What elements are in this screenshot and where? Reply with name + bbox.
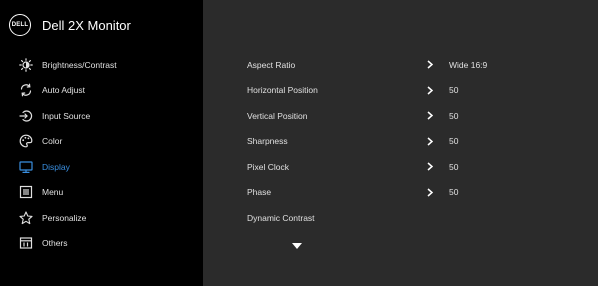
setting-value: 50 <box>449 136 459 147</box>
sidebar-item-label: Others <box>42 238 68 249</box>
setting-horizontal-position[interactable]: Horizontal Position 50 <box>203 78 598 104</box>
setting-value: 50 <box>449 187 459 198</box>
sidebar-item-label: Input Source <box>42 110 91 121</box>
monitor-osd: DELL Dell 2X Monitor Brightness/Contrast… <box>0 0 598 286</box>
chevron-right-icon <box>427 136 435 146</box>
sidebar-item-label: Brightness/Contrast <box>42 59 117 70</box>
sidebar-item-label: Color <box>42 136 63 147</box>
setting-value: Wide 16:9 <box>449 59 488 70</box>
setting-value: 50 <box>449 85 459 96</box>
sidebar-menu: Brightness/Contrast Auto Adjust Input So… <box>0 52 203 256</box>
display-icon <box>18 159 34 175</box>
monitor-title: Dell 2X Monitor <box>42 17 131 33</box>
chevron-down-icon[interactable] <box>292 236 302 249</box>
star-icon <box>18 210 34 226</box>
sidebar-item-display[interactable]: Display <box>0 154 203 180</box>
setting-pixel-clock[interactable]: Pixel Clock 50 <box>203 154 598 180</box>
sidebar-item-input-source[interactable]: Input Source <box>0 103 203 129</box>
chevron-right-icon <box>427 187 435 197</box>
setting-label: Pixel Clock <box>247 161 290 172</box>
setting-label: Phase <box>247 187 272 198</box>
chevron-right-icon <box>427 85 435 95</box>
color-icon <box>18 133 34 149</box>
sidebar-item-label: Auto Adjust <box>42 85 86 96</box>
sidebar-item-auto-adjust[interactable]: Auto Adjust <box>0 78 203 104</box>
sidebar-item-label: Personalize <box>42 212 87 223</box>
setting-value: 50 <box>449 110 459 121</box>
display-settings-panel: Aspect Ratio Wide 16:9 Horizontal Positi… <box>203 0 598 286</box>
sidebar-item-personalize[interactable]: Personalize <box>0 205 203 231</box>
auto-adjust-icon <box>18 82 34 98</box>
chevron-right-icon <box>427 111 435 121</box>
setting-label: Dynamic Contrast <box>247 212 315 223</box>
settings-list: Aspect Ratio Wide 16:9 Horizontal Positi… <box>203 52 598 231</box>
setting-label: Sharpness <box>247 136 288 147</box>
sidebar-item-label: Menu <box>42 187 64 198</box>
sidebar-item-label: Display <box>42 161 70 172</box>
setting-phase[interactable]: Phase 50 <box>203 180 598 206</box>
sidebar-item-menu[interactable]: Menu <box>0 180 203 206</box>
sidebar-item-color[interactable]: Color <box>0 129 203 155</box>
setting-label: Vertical Position <box>247 110 308 121</box>
chevron-right-icon <box>427 60 435 70</box>
brightness-icon <box>18 57 34 73</box>
setting-label: Horizontal Position <box>247 85 318 96</box>
menu-icon <box>18 184 34 200</box>
setting-aspect-ratio[interactable]: Aspect Ratio Wide 16:9 <box>203 52 598 78</box>
input-source-icon <box>18 108 34 124</box>
setting-vertical-position[interactable]: Vertical Position 50 <box>203 103 598 129</box>
others-icon <box>18 235 34 251</box>
sidebar-item-brightness-contrast[interactable]: Brightness/Contrast <box>0 52 203 78</box>
setting-sharpness[interactable]: Sharpness 50 <box>203 129 598 155</box>
setting-label: Aspect Ratio <box>247 59 296 70</box>
setting-value: 50 <box>449 161 459 172</box>
dell-logo: DELL <box>9 14 31 36</box>
brand-header: DELL Dell 2X Monitor <box>9 13 131 37</box>
setting-dynamic-contrast[interactable]: Dynamic Contrast <box>203 205 598 231</box>
sidebar-item-others[interactable]: Others <box>0 231 203 257</box>
sidebar: DELL Dell 2X Monitor Brightness/Contrast… <box>0 0 203 286</box>
chevron-right-icon <box>427 162 435 172</box>
